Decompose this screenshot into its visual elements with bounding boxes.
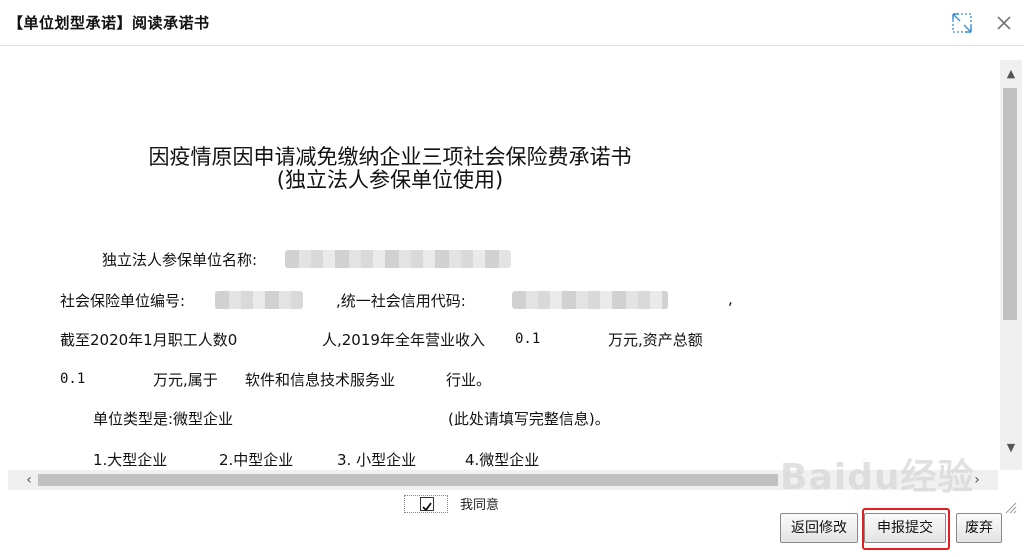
type-option-large: 1.大型企业 <box>93 451 168 469</box>
abandon-button[interactable]: 废弃 <box>956 513 1002 543</box>
doc-subtitle: (独立法人参保单位使用) <box>276 168 504 192</box>
close-button[interactable] <box>993 12 1015 34</box>
back-modify-button[interactable]: 返回修改 <box>780 513 858 543</box>
window-title: 【单位划型承诺】阅读承诺书 <box>8 14 210 32</box>
industry-value: 软件和信息技术服务业 <box>245 371 396 389</box>
industry-label: 万元,属于 <box>153 371 218 389</box>
comma: , <box>728 290 733 308</box>
industry-suffix: 行业。 <box>446 371 492 389</box>
revenue-label: 人,2019年全年营业收入 <box>322 331 485 349</box>
agree-checkbox[interactable] <box>420 497 434 512</box>
credit-code-label: ,统一社会信用代码: <box>336 292 466 310</box>
assets-label: 万元,资产总额 <box>608 331 703 349</box>
title-bar: 【单位划型承诺】阅读承诺书 <box>0 0 1024 46</box>
agree-label[interactable]: 我同意 <box>460 494 499 513</box>
revenue-value: 0.1 <box>515 331 541 347</box>
scroll-up-icon[interactable]: ▲ <box>1003 66 1019 82</box>
close-icon <box>997 16 1011 30</box>
scroll-left-icon[interactable]: ‹ <box>20 471 38 489</box>
vertical-scroll-thumb[interactable] <box>1003 88 1017 320</box>
unit-name-label: 独立法人参保单位名称: <box>102 251 258 269</box>
check-icon <box>422 502 432 512</box>
document-viewport[interactable]: 因疫情原因申请减免缴纳企业三项社会保险费承诺书 (独立法人参保单位使用) 独立法… <box>0 46 1000 470</box>
scroll-down-icon[interactable]: ▼ <box>1003 440 1019 456</box>
ss-no-redacted <box>215 291 303 309</box>
unit-type-note: (此处请填写完整信息)。 <box>448 410 610 428</box>
unit-type-label: 单位类型是:微型企业 <box>93 410 234 428</box>
type-option-small: 3. 小型企业 <box>337 451 417 469</box>
unit-name-redacted <box>285 250 511 268</box>
type-option-micro: 4.微型企业 <box>465 451 540 469</box>
employees-text: 截至2020年1月职工人数0 <box>60 331 238 349</box>
maximize-button[interactable] <box>950 11 974 35</box>
watermark: Baidu经验 <box>780 457 975 498</box>
horizontal-scroll-thumb[interactable] <box>38 474 778 486</box>
maximize-icon <box>952 13 972 33</box>
submit-button[interactable]: 申报提交 <box>864 513 946 543</box>
ss-no-label: 社会保险单位编号: <box>60 292 186 310</box>
resize-grip-icon[interactable] <box>1003 500 1017 514</box>
assets-value: 0.1 <box>60 371 86 387</box>
type-option-medium: 2.中型企业 <box>219 451 294 469</box>
vertical-scrollbar[interactable]: ▲ ▼ <box>1000 60 1022 470</box>
credit-code-redacted <box>512 291 668 309</box>
